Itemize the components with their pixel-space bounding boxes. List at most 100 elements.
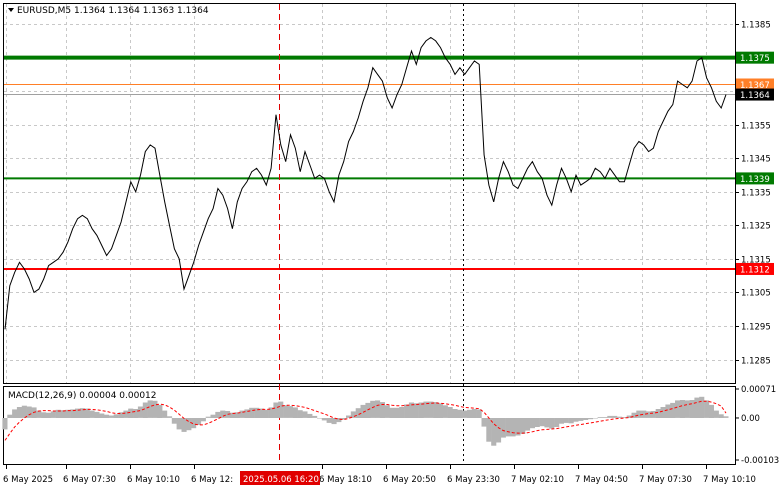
macd-histogram-bar <box>2 418 8 430</box>
macd-histogram-bar <box>505 418 511 437</box>
macd-histogram-bar <box>413 403 419 418</box>
x-tick-label: 6 May 23:30 <box>447 475 500 485</box>
macd-histogram-bar <box>520 418 526 434</box>
macd-histogram-bar <box>94 411 100 418</box>
macd-histogram-bar <box>278 401 284 418</box>
level-price-label: 1.1375 <box>740 54 770 64</box>
symbol-label: EURUSD,M5 <box>17 6 71 16</box>
macd-histogram-bar <box>433 402 439 418</box>
macd-histogram-bar <box>321 418 327 421</box>
macd-histogram-bar <box>718 414 724 418</box>
macd-label: MACD(12,26,9) 0.00004 0.00012 <box>8 391 157 401</box>
macd-histogram-bar <box>442 405 448 418</box>
macd-tick-label: 0.00071 <box>741 385 776 395</box>
macd-tick-label: 0.00 <box>741 414 760 424</box>
macd-histogram-bar <box>133 409 139 418</box>
macd-histogram-bar <box>7 414 13 418</box>
x-tick-label: 7 May 02:10 <box>511 475 564 485</box>
macd-histogram-bar <box>104 414 110 418</box>
y-tick-label: 1.1345 <box>741 155 771 165</box>
macd-histogram-bar <box>46 412 52 418</box>
macd-histogram-bar <box>583 418 589 420</box>
macd-histogram-bar <box>326 418 332 423</box>
macd-histogram-bar <box>578 418 584 421</box>
macd-histogram-bar <box>607 415 613 418</box>
macd-histogram-bar <box>176 418 182 430</box>
macd-histogram-bar <box>263 409 269 418</box>
macd-histogram-bar <box>563 418 569 423</box>
x-tick-label: 6 May 07:30 <box>63 475 116 485</box>
level-price-label: 1.1339 <box>740 175 770 185</box>
y-tick-label: 1.1325 <box>741 222 771 232</box>
macd-histogram-bar <box>365 402 371 418</box>
macd-histogram-bar <box>142 402 148 418</box>
macd-axis[interactable]: 0.00071 0.00 -0.00103 <box>735 385 779 466</box>
macd-histogram-bar <box>554 418 560 427</box>
macd-histogram-bar <box>646 411 652 418</box>
macd-histogram-bar <box>41 412 47 418</box>
macd-histogram-bar <box>99 413 105 418</box>
macd-histogram-bar <box>418 402 424 418</box>
price-axis[interactable]: 1.13851.13751.13651.13551.13451.13351.13… <box>735 21 774 367</box>
macd-histogram-bar <box>689 400 695 418</box>
macd-histogram-bar <box>568 418 574 424</box>
macd-histogram-bar <box>89 410 95 418</box>
macd-histogram-bar <box>167 416 173 418</box>
macd-histogram-bar <box>660 407 666 418</box>
macd-histogram-bar <box>476 409 482 418</box>
macd-histogram-bar <box>200 418 206 422</box>
macd-histogram-bar <box>317 418 323 419</box>
macd-histogram-bar <box>496 418 502 443</box>
macd-histogram-bar <box>287 406 293 418</box>
macd-histogram-bar <box>292 407 298 418</box>
macd-histogram-bar <box>486 418 492 442</box>
macd-histogram-bar <box>573 418 579 422</box>
macd-histogram-bar <box>650 411 656 418</box>
y-tick-label: 1.1285 <box>741 357 771 367</box>
macd-histogram-bar <box>539 418 545 427</box>
macd-histogram-bar <box>297 410 303 418</box>
macd-histogram-bar <box>283 405 289 418</box>
macd-histogram-bar <box>447 407 453 418</box>
time-axis[interactable]: 6 May 2025 6 May 07:30 6 May 10:10 6 May 12… <box>3 465 756 485</box>
macd-histogram-bar <box>404 404 410 418</box>
chart-header: EURUSD,M5 1.1364 1.1364 1.1363 1.1364 <box>8 6 209 16</box>
level-price-label: 1.1312 <box>740 265 770 275</box>
macd-histogram-bar <box>549 418 555 429</box>
macd-histogram-bar <box>665 404 671 418</box>
x-tick-label: 6 May 2025 <box>3 475 53 485</box>
macd-histogram-bar <box>544 418 550 428</box>
macd-histogram-bar <box>437 403 443 418</box>
macd-histogram-bar <box>21 405 27 418</box>
macd-histogram-bar <box>355 408 361 418</box>
macd-histogram-bar <box>723 416 729 418</box>
macd-histogram-bar <box>152 400 158 418</box>
ohlc-values: 1.1364 1.1364 1.1363 1.1364 <box>74 6 209 16</box>
macd-histogram-bar <box>675 400 681 418</box>
macd-histogram-bar <box>50 411 56 418</box>
macd-histogram-bar <box>12 409 18 418</box>
macd-histogram-bar <box>694 397 700 418</box>
bid-price-label: 1.1364 <box>740 91 770 101</box>
macd-histogram-bar <box>181 418 187 432</box>
x-tick-label: 6 May 20:50 <box>383 475 436 485</box>
macd-histogram-bar <box>205 416 211 418</box>
y-tick-label: 1.1295 <box>741 323 771 333</box>
macd-histogram-bar <box>162 410 168 418</box>
macd-histogram-bar <box>108 415 114 418</box>
macd-histogram-bar <box>481 418 487 427</box>
macd-histogram-bar <box>679 400 685 418</box>
macd-histogram-bar <box>370 400 376 418</box>
macd-histogram-bar <box>196 418 202 425</box>
macd-histogram-bar <box>471 409 477 418</box>
cursor-time-label: 2025.05.06 16:20 <box>243 475 319 485</box>
macd-histogram-bar <box>558 418 564 424</box>
macd-histogram-bar <box>670 402 676 418</box>
macd-histogram-bar <box>307 413 313 418</box>
macd-histogram-bar <box>452 409 458 418</box>
macd-histogram-bar <box>157 404 163 418</box>
macd-histogram-bar <box>617 416 623 418</box>
macd-histogram-bar <box>636 410 642 418</box>
macd-histogram-bar <box>215 411 221 418</box>
macd-histogram-bar <box>273 402 279 418</box>
